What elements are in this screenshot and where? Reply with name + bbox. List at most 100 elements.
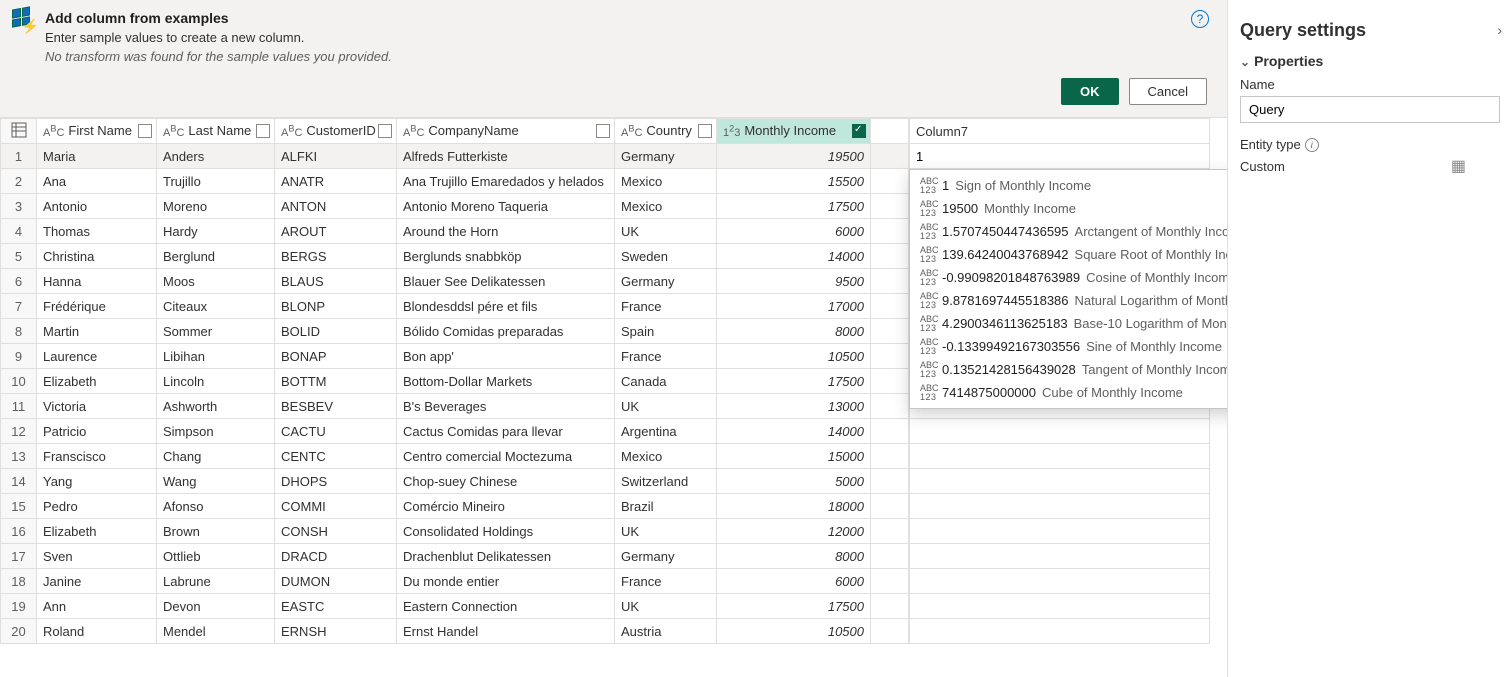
cell-monthly-income[interactable]: 19500 [717,144,871,169]
suggestion-item[interactable]: ABC123139.64240043768942Square Root of M… [910,243,1227,266]
cell-company-name[interactable]: Bottom-Dollar Markets [397,369,615,394]
table-corner-icon[interactable] [1,119,37,144]
table-row[interactable]: 8MartinSommerBOLIDBólido Comidas prepara… [1,319,909,344]
cell-monthly-income[interactable]: 10500 [717,344,871,369]
cell-last-name[interactable]: Afonso [157,494,275,519]
example-row[interactable] [910,619,1210,644]
cell-last-name[interactable]: Moos [157,269,275,294]
checkbox-customer-id[interactable] [378,124,392,138]
cell-country[interactable]: Mexico [615,194,717,219]
cell-company-name[interactable]: Drachenblut Delikatessen [397,544,615,569]
cell-first-name[interactable]: Martin [37,319,157,344]
cell-first-name[interactable]: Antonio [37,194,157,219]
cell-last-name[interactable]: Brown [157,519,275,544]
name-input[interactable] [1240,96,1500,123]
cell-company-name[interactable]: Around the Horn [397,219,615,244]
cell-monthly-income[interactable]: 15000 [717,444,871,469]
cell-company-name[interactable]: Berglunds snabbköp [397,244,615,269]
cell-first-name[interactable]: Patricio [37,419,157,444]
col-last-name[interactable]: ABCLast Name [157,119,275,144]
cell-monthly-income[interactable]: 17500 [717,594,871,619]
checkbox-first-name[interactable] [138,124,152,138]
cell-last-name[interactable]: Sommer [157,319,275,344]
cell-last-name[interactable]: Moreno [157,194,275,219]
cell-company-name[interactable]: Blauer See Delikatessen [397,269,615,294]
suggestion-item[interactable]: ABC123-0.13399492167303556Sine of Monthl… [910,335,1227,358]
cell-customer-id[interactable]: ANTON [275,194,397,219]
cell-country[interactable]: Germany [615,269,717,294]
cell-monthly-income[interactable]: 13000 [717,394,871,419]
cell-country[interactable]: Mexico [615,169,717,194]
cell-company-name[interactable]: Eastern Connection [397,594,615,619]
table-row[interactable]: 12PatricioSimpsonCACTUCactus Comidas par… [1,419,909,444]
cell-last-name[interactable]: Devon [157,594,275,619]
cell-first-name[interactable]: Frédérique [37,294,157,319]
example-empty-cell[interactable] [910,469,1210,494]
example-row[interactable] [910,544,1210,569]
cell-first-name[interactable]: Ann [37,594,157,619]
cell-company-name[interactable]: Cactus Comidas para llevar [397,419,615,444]
table-row[interactable]: 17SvenOttliebDRACDDrachenblut Delikatess… [1,544,909,569]
example-row[interactable] [910,469,1210,494]
table-row[interactable]: 18JanineLabruneDUMONDu monde entierFranc… [1,569,909,594]
cell-last-name[interactable]: Wang [157,469,275,494]
table-row[interactable]: 7FrédériqueCiteauxBLONPBlondesddsl pére … [1,294,909,319]
cell-company-name[interactable]: Chop-suey Chinese [397,469,615,494]
example-empty-cell[interactable] [910,544,1210,569]
cell-monthly-income[interactable]: 9500 [717,269,871,294]
cell-customer-id[interactable]: COMMI [275,494,397,519]
cell-first-name[interactable]: Janine [37,569,157,594]
cell-first-name[interactable]: Pedro [37,494,157,519]
cell-first-name[interactable]: Maria [37,144,157,169]
example-row[interactable] [910,569,1210,594]
cell-monthly-income[interactable]: 17500 [717,194,871,219]
cell-company-name[interactable]: Alfreds Futterkiste [397,144,615,169]
cell-country[interactable]: UK [615,519,717,544]
cell-first-name[interactable]: Thomas [37,219,157,244]
cell-first-name[interactable]: Roland [37,619,157,644]
cell-last-name[interactable]: Hardy [157,219,275,244]
table-row[interactable]: 3AntonioMorenoANTONAntonio Moreno Taquer… [1,194,909,219]
example-empty-cell[interactable] [910,569,1210,594]
cell-last-name[interactable]: Trujillo [157,169,275,194]
cell-customer-id[interactable]: ERNSH [275,619,397,644]
example-row[interactable] [910,519,1210,544]
cell-last-name[interactable]: Anders [157,144,275,169]
cell-monthly-income[interactable]: 14000 [717,419,871,444]
example-empty-cell[interactable] [910,594,1210,619]
cell-monthly-income[interactable]: 14000 [717,244,871,269]
suggestion-item[interactable]: ABC1230.13521428156439028Tangent of Mont… [910,358,1227,381]
cell-monthly-income[interactable]: 8000 [717,319,871,344]
cell-first-name[interactable]: Laurence [37,344,157,369]
ok-button[interactable]: OK [1061,78,1119,105]
info-icon[interactable]: i [1305,138,1319,152]
cell-last-name[interactable]: Berglund [157,244,275,269]
cell-company-name[interactable]: Ernst Handel [397,619,615,644]
cell-country[interactable]: Canada [615,369,717,394]
col-first-name[interactable]: ABCFirst Name [37,119,157,144]
table-row[interactable]: 10ElizabethLincolnBOTTMBottom-Dollar Mar… [1,369,909,394]
suggestion-item[interactable]: ABC1231Sign of Monthly Income [910,174,1227,197]
cell-first-name[interactable]: Elizabeth [37,519,157,544]
cell-first-name[interactable]: Sven [37,544,157,569]
cell-last-name[interactable]: Simpson [157,419,275,444]
cell-last-name[interactable]: Citeaux [157,294,275,319]
col-customer-id[interactable]: ABCCustomerID [275,119,397,144]
cell-country[interactable]: France [615,294,717,319]
cell-country[interactable]: UK [615,219,717,244]
cell-customer-id[interactable]: BOLID [275,319,397,344]
cell-company-name[interactable]: Bon app' [397,344,615,369]
cell-last-name[interactable]: Lincoln [157,369,275,394]
example-empty-cell[interactable] [910,494,1210,519]
cell-last-name[interactable]: Ashworth [157,394,275,419]
col-country[interactable]: ABCCountry [615,119,717,144]
cell-country[interactable]: Austria [615,619,717,644]
suggestion-item[interactable]: ABC1237414875000000Cube of Monthly Incom… [910,381,1227,404]
example-empty-cell[interactable] [910,519,1210,544]
diagram-icon[interactable]: ▦ [1451,156,1466,176]
cell-first-name[interactable]: Christina [37,244,157,269]
cell-last-name[interactable]: Ottlieb [157,544,275,569]
cell-monthly-income[interactable]: 12000 [717,519,871,544]
cell-country[interactable]: UK [615,594,717,619]
checkbox-company-name[interactable] [596,124,610,138]
